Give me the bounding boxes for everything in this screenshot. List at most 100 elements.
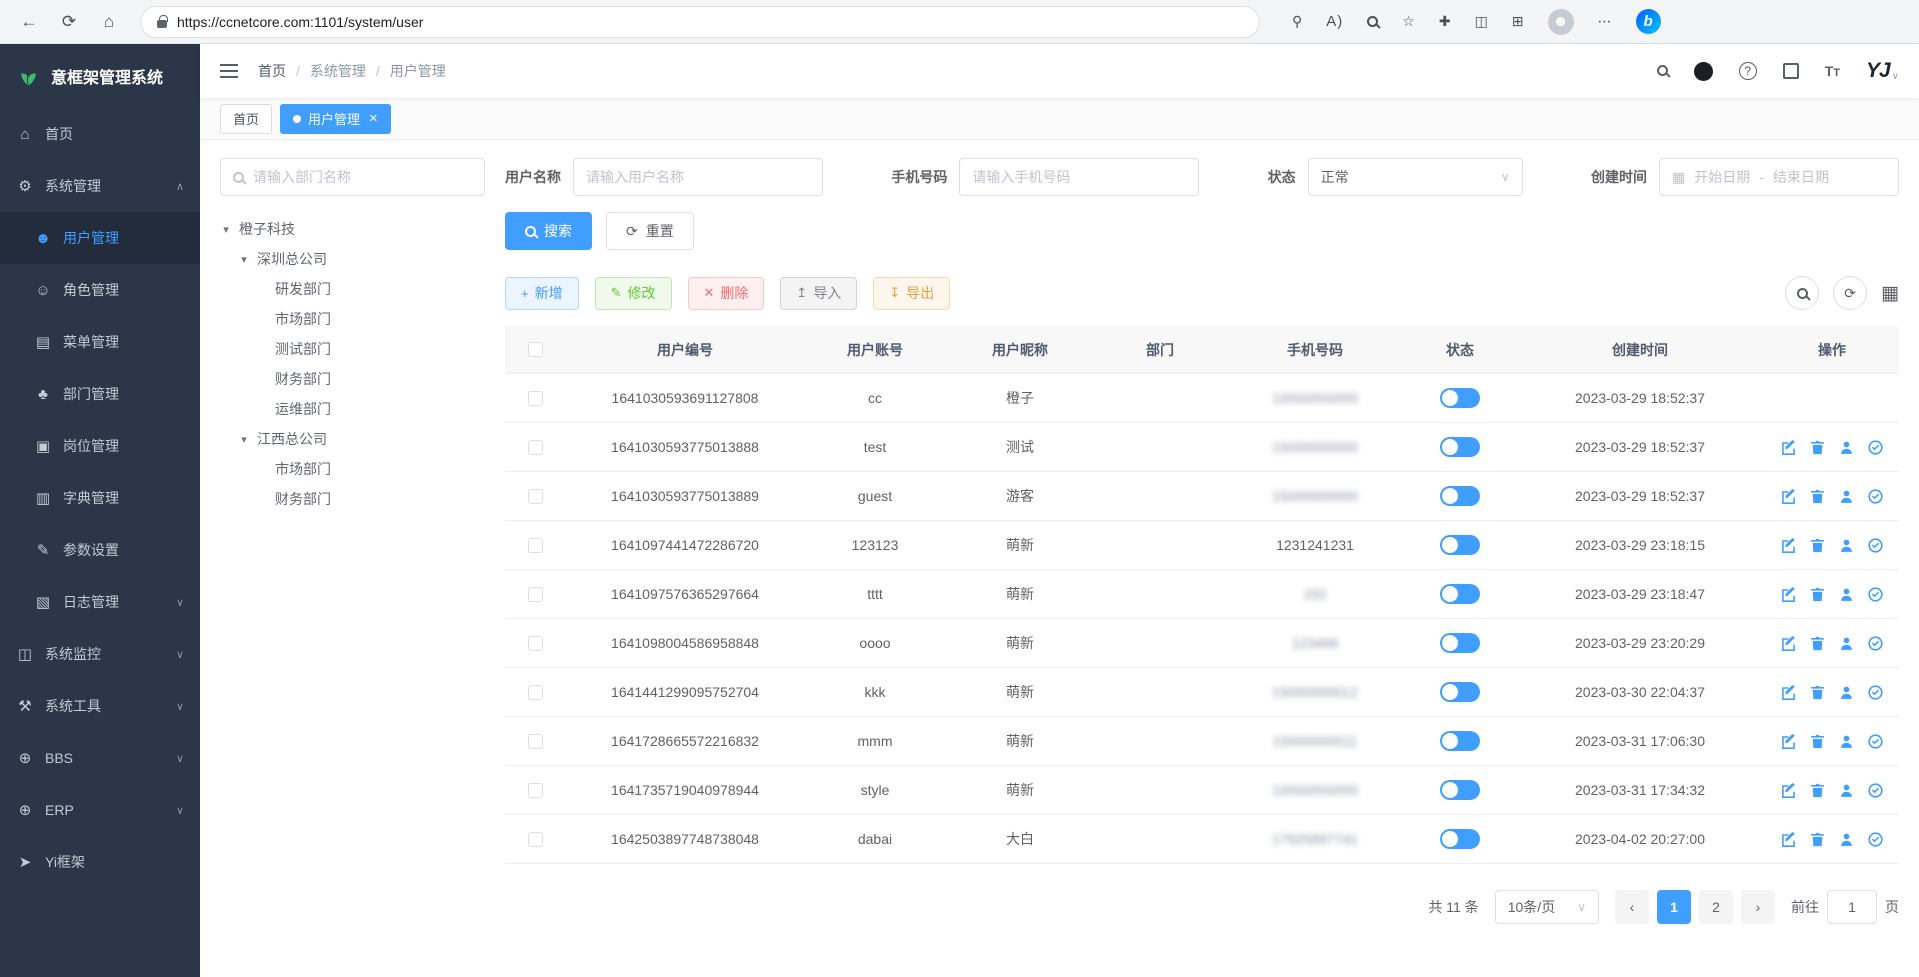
- edit-icon[interactable]: [1780, 782, 1797, 799]
- reset-password-icon[interactable]: [1838, 831, 1855, 848]
- breadcrumb-item[interactable]: 首页: [258, 61, 286, 81]
- breadcrumb-item[interactable]: 用户管理: [390, 61, 446, 81]
- edit-icon[interactable]: [1780, 733, 1797, 750]
- delete-icon[interactable]: [1809, 586, 1826, 603]
- status-toggle[interactable]: [1440, 388, 1480, 408]
- sidebar-item[interactable]: ☺角色管理: [0, 264, 200, 316]
- github-icon[interactable]: [1694, 62, 1713, 81]
- sidebar-item[interactable]: ☻用户管理: [0, 212, 200, 264]
- status-toggle[interactable]: [1440, 535, 1480, 555]
- page-button-2[interactable]: 2: [1699, 890, 1733, 924]
- help-icon[interactable]: ?: [1739, 62, 1757, 80]
- reset-password-icon[interactable]: [1838, 684, 1855, 701]
- status-toggle[interactable]: [1440, 633, 1480, 653]
- row-checkbox[interactable]: [528, 734, 543, 749]
- tree-expand-icon[interactable]: ▾: [238, 253, 250, 266]
- collapse-menu-icon[interactable]: [220, 64, 238, 78]
- check-circle-icon[interactable]: [1867, 586, 1884, 603]
- address-bar[interactable]: https://ccnetcore.com:1101/system/user: [140, 6, 1260, 38]
- edit-icon[interactable]: [1780, 635, 1797, 652]
- check-circle-icon[interactable]: [1867, 439, 1884, 456]
- status-toggle[interactable]: [1440, 780, 1480, 800]
- sidebar-item[interactable]: ♣部门管理: [0, 368, 200, 420]
- zoom-icon[interactable]: [1367, 14, 1378, 30]
- sidebar-item[interactable]: ⌂首页: [0, 108, 200, 160]
- delete-icon[interactable]: [1809, 635, 1826, 652]
- delete-button[interactable]: ✕删除: [688, 277, 765, 310]
- tree-node[interactable]: 市场部门: [220, 454, 485, 484]
- tree-expand-icon[interactable]: ▾: [238, 433, 250, 446]
- status-toggle[interactable]: [1440, 829, 1480, 849]
- reset-password-icon[interactable]: [1838, 488, 1855, 505]
- reset-password-icon[interactable]: [1838, 586, 1855, 603]
- browser-home-icon[interactable]: ⌂: [94, 7, 124, 37]
- password-key-icon[interactable]: ⚲: [1292, 13, 1302, 30]
- sidebar-item[interactable]: ▤菜单管理: [0, 316, 200, 368]
- check-circle-icon[interactable]: [1867, 782, 1884, 799]
- browser-back-icon[interactable]: ←: [14, 7, 44, 37]
- status-toggle[interactable]: [1440, 584, 1480, 604]
- goto-page-input[interactable]: [1827, 890, 1877, 924]
- check-circle-icon[interactable]: [1867, 537, 1884, 554]
- delete-icon[interactable]: [1809, 684, 1826, 701]
- tab-用户管理[interactable]: 用户管理×: [280, 104, 391, 134]
- check-circle-icon[interactable]: [1867, 635, 1884, 652]
- search-button[interactable]: 搜索: [505, 212, 592, 250]
- sidebar-item[interactable]: ✎参数设置: [0, 524, 200, 576]
- phone-input[interactable]: [972, 169, 1186, 185]
- edit-icon[interactable]: [1780, 684, 1797, 701]
- export-button[interactable]: ↧导出: [873, 277, 950, 310]
- department-search[interactable]: [220, 158, 485, 196]
- tab-close-icon[interactable]: ×: [369, 110, 378, 127]
- sidebar-item[interactable]: ⊕BBS∨: [0, 732, 200, 784]
- sidebar-item[interactable]: ▣岗位管理: [0, 420, 200, 472]
- status-toggle[interactable]: [1440, 486, 1480, 506]
- fullscreen-icon[interactable]: [1783, 63, 1799, 79]
- date-range-picker[interactable]: ▦ 开始日期 - 结束日期: [1659, 158, 1899, 196]
- page-size-select[interactable]: 10条/页 ∨: [1495, 890, 1599, 924]
- delete-icon[interactable]: [1809, 537, 1826, 554]
- row-checkbox[interactable]: [528, 685, 543, 700]
- browser-refresh-icon[interactable]: ⟳: [54, 7, 84, 37]
- username-input[interactable]: [586, 169, 810, 185]
- row-checkbox[interactable]: [528, 783, 543, 798]
- delete-icon[interactable]: [1809, 439, 1826, 456]
- tree-node[interactable]: 财务部门: [220, 364, 485, 394]
- row-checkbox[interactable]: [528, 832, 543, 847]
- edit-button[interactable]: ✎修改: [595, 277, 672, 310]
- table-search-icon[interactable]: [1785, 276, 1819, 310]
- edit-icon[interactable]: [1780, 488, 1797, 505]
- delete-icon[interactable]: [1809, 733, 1826, 750]
- row-checkbox[interactable]: [528, 587, 543, 602]
- collections-icon[interactable]: ⊞: [1512, 13, 1524, 30]
- tree-node[interactable]: ▾橙子科技: [220, 214, 485, 244]
- read-aloud-icon[interactable]: A): [1326, 13, 1343, 30]
- reset-button[interactable]: ⟳ 重置: [606, 212, 694, 250]
- check-circle-icon[interactable]: [1867, 733, 1884, 750]
- column-settings-icon[interactable]: ▦: [1881, 282, 1899, 305]
- department-search-input[interactable]: [253, 169, 472, 185]
- row-checkbox[interactable]: [528, 440, 543, 455]
- page-button-1[interactable]: 1: [1657, 890, 1691, 924]
- split-screen-icon[interactable]: ◫: [1475, 13, 1488, 30]
- extensions-icon[interactable]: ✚: [1439, 13, 1451, 30]
- row-checkbox[interactable]: [528, 538, 543, 553]
- reset-password-icon[interactable]: [1838, 635, 1855, 652]
- delete-icon[interactable]: [1809, 831, 1826, 848]
- row-checkbox[interactable]: [528, 489, 543, 504]
- browser-more-icon[interactable]: ⋯: [1598, 13, 1612, 30]
- sidebar-item[interactable]: ➤Yi框架: [0, 836, 200, 888]
- tab-首页[interactable]: 首页: [220, 104, 272, 134]
- favorites-star-icon[interactable]: ☆: [1402, 13, 1415, 30]
- sidebar-item[interactable]: ⊕ERP∨: [0, 784, 200, 836]
- select-all-checkbox[interactable]: [528, 342, 543, 357]
- edit-icon[interactable]: [1780, 439, 1797, 456]
- sidebar-item[interactable]: ▧日志管理∨: [0, 576, 200, 628]
- tree-node[interactable]: 测试部门: [220, 334, 485, 364]
- next-page-button[interactable]: ›: [1741, 890, 1775, 924]
- status-select[interactable]: 正常 ∨: [1308, 158, 1523, 196]
- status-toggle[interactable]: [1440, 682, 1480, 702]
- breadcrumb-item[interactable]: 系统管理: [310, 61, 366, 81]
- check-circle-icon[interactable]: [1867, 488, 1884, 505]
- import-button[interactable]: ↥导入: [780, 277, 857, 310]
